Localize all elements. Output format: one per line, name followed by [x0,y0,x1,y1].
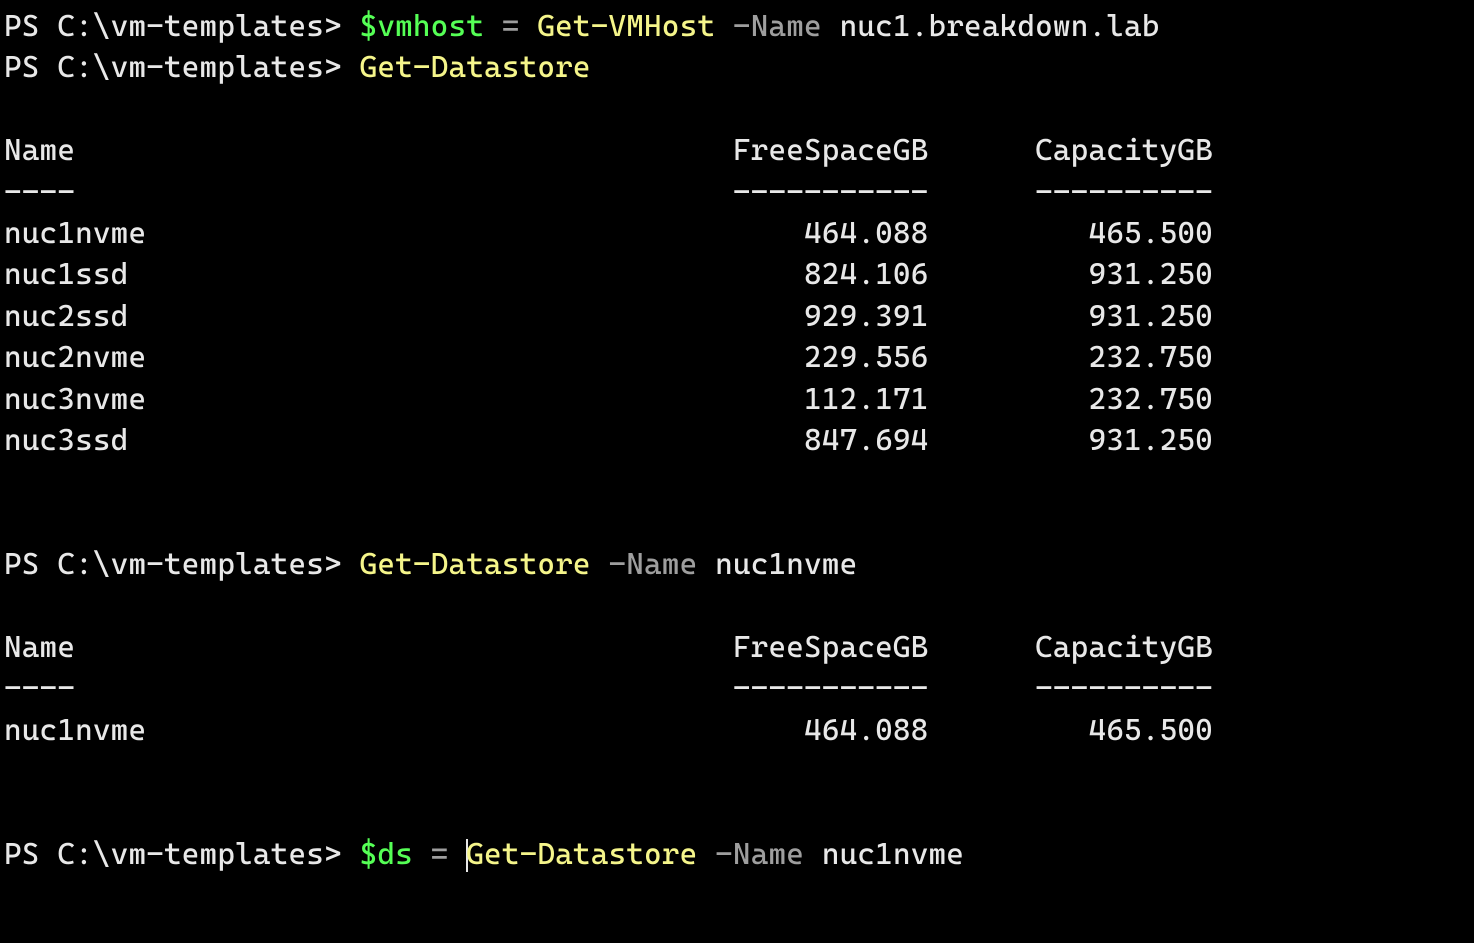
prompt: PS C:\vm-templates> [4,50,360,85]
table2-dashes: ---- ----------- ---------- [4,671,1213,706]
table2-header: Name FreeSpaceGB CapacityGB [4,630,1213,665]
prompt: PS C:\vm-templates> [4,547,360,582]
cmdlet-get-vmhost: Get-VMHost [537,9,715,44]
argument-hostname: nuc1.breakdown.lab [840,9,1160,44]
variable-vmhost: $vmhost [360,9,484,44]
argument-dsname: nuc1nvme [715,547,857,582]
cmdlet-get-datastore: Get-Datastore [466,837,697,872]
argument-dsname: nuc1nvme [822,837,964,872]
table1-header: Name FreeSpaceGB CapacityGB [4,133,1213,168]
table1-rows: nuc1nvme 464.088 465.500 nuc1ssd 824.106… [4,216,1213,458]
cmdlet-get-datastore: Get-Datastore [360,50,591,85]
prompt: PS C:\vm-templates> [4,837,360,872]
operator-equals: = [413,837,466,872]
param-name: -Name [591,547,715,582]
table1-dashes: ---- ----------- ---------- [4,175,1213,210]
operator-equals: = [484,9,537,44]
terminal-output[interactable]: PS C:\vm-templates> $vmhost = Get-VMHost… [0,0,1474,881]
variable-ds: $ds [360,837,413,872]
cmdlet-get-datastore: Get-Datastore [360,547,591,582]
prompt: PS C:\vm-templates> [4,9,360,44]
param-name: -Name [715,9,839,44]
table2-rows: nuc1nvme 464.088 465.500 [4,713,1213,748]
param-name: -Name [697,837,821,872]
